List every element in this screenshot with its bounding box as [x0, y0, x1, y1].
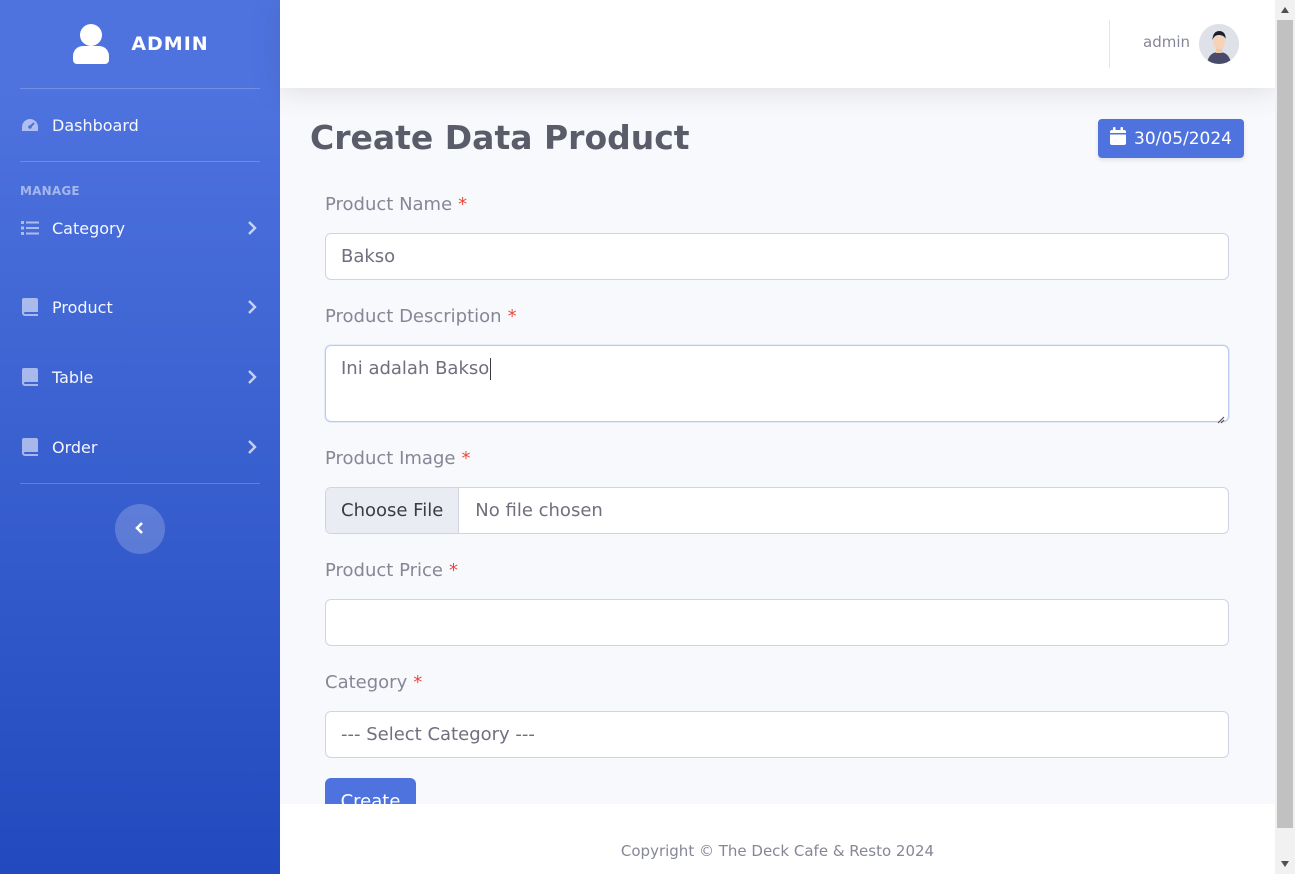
chevron-right-icon	[244, 299, 260, 315]
sidebar-item-dashboard[interactable]: Dashboard	[0, 89, 280, 161]
date-text: 30/05/2024	[1134, 128, 1232, 149]
category-label: Category *	[325, 671, 423, 693]
choose-file-button[interactable]: Choose File	[326, 488, 460, 533]
sidebar: ADMIN Dashboard MANAGE Category Product …	[0, 0, 280, 874]
sidebar-item-label: Table	[52, 367, 94, 387]
avatar[interactable]	[1199, 24, 1239, 64]
product-name-input[interactable]: Bakso	[325, 233, 1229, 280]
product-image-label: Product Image *	[325, 447, 471, 469]
required-mark: *	[448, 559, 458, 581]
product-description-textarea[interactable]: Ini adalah Bakso	[325, 345, 1229, 424]
sidebar-brand[interactable]: ADMIN	[0, 0, 280, 88]
sidebar-heading: MANAGE	[20, 184, 80, 198]
required-mark: *	[461, 447, 471, 469]
file-status: No file chosen	[475, 500, 603, 521]
footer: Copyright © The Deck Cafe & Resto 2024	[280, 804, 1275, 874]
topbar-divider	[1109, 20, 1110, 68]
sidebar-item-table[interactable]: Table	[0, 342, 280, 412]
category-select[interactable]: --- Select Category ---	[325, 711, 1229, 758]
topbar: admin	[280, 0, 1275, 88]
sidebar-item-product[interactable]: Product	[0, 272, 280, 342]
book-icon	[20, 437, 40, 457]
resize-handle-icon[interactable]	[1215, 408, 1225, 424]
brand-text: ADMIN	[131, 33, 209, 55]
product-description-label: Product Description *	[325, 305, 517, 327]
chevron-right-icon	[244, 369, 260, 385]
category-selected-value: --- Select Category ---	[341, 724, 535, 745]
sidebar-item-label: Category	[52, 218, 126, 238]
product-name-value: Bakso	[341, 246, 396, 267]
sidebar-item-category[interactable]: Category	[0, 202, 280, 254]
copyright-text: Copyright © The Deck Cafe & Resto 2024	[620, 842, 935, 860]
user-icon	[71, 24, 111, 64]
sidebar-item-order[interactable]: Order	[0, 412, 280, 482]
book-icon	[20, 367, 40, 387]
date-badge: 30/05/2024	[1098, 119, 1244, 158]
user-name[interactable]: admin	[1143, 33, 1190, 51]
required-mark: *	[458, 193, 468, 215]
required-mark: *	[413, 671, 423, 693]
product-description-value: Ini adalah Bakso	[341, 358, 490, 379]
product-price-input[interactable]	[325, 599, 1229, 646]
scrollbar[interactable]	[1275, 0, 1295, 874]
scroll-down-arrow-icon[interactable]	[1275, 854, 1295, 874]
sidebar-item-label: Dashboard	[52, 115, 139, 135]
sidebar-toggle-button[interactable]	[115, 504, 165, 554]
required-mark: *	[507, 305, 517, 327]
product-form: Product Name * Bakso Product Description *…	[325, 188, 1229, 825]
chevron-right-icon	[244, 220, 260, 236]
tachometer-icon	[20, 115, 40, 135]
page-title: Create Data Product	[310, 118, 690, 157]
product-image-input[interactable]: Choose File No file chosen	[325, 487, 1229, 534]
calendar-icon	[1110, 127, 1127, 150]
book-icon	[20, 297, 40, 317]
product-name-label: Product Name *	[325, 193, 468, 215]
text-caret	[490, 358, 492, 380]
product-price-label: Product Price *	[325, 559, 458, 581]
main-content: Create Data Product 30/05/2024 Product N…	[280, 88, 1275, 825]
scrollbar-thumb[interactable]	[1277, 20, 1293, 828]
scroll-up-arrow-icon[interactable]	[1275, 0, 1295, 20]
list-icon	[20, 218, 40, 238]
sidebar-item-label: Product	[52, 297, 113, 317]
sidebar-item-label: Order	[52, 437, 98, 457]
chevron-right-icon	[244, 439, 260, 455]
chevron-left-icon	[135, 520, 145, 539]
